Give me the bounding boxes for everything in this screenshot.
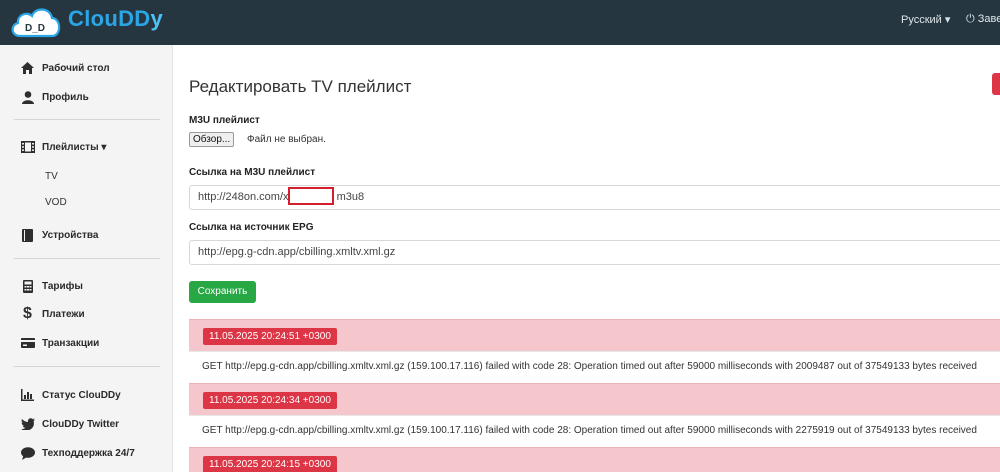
sidebar: Рабочий стол Профиль Плейлисты ▾ TV VOD … (0, 45, 172, 472)
user-icon (20, 90, 35, 104)
sidebar-item-status[interactable]: Статус ClouDDy (20, 388, 121, 402)
m3u-file-label: M3U плейлист (189, 115, 260, 126)
epg-url-label: Ссылка на источник EPG (189, 222, 314, 233)
sidebar-item-label: Техподдержка 24/7 (42, 447, 135, 459)
sidebar-item-label: Тарифы (42, 280, 83, 292)
twitter-icon (20, 417, 35, 431)
delete-button[interactable] (992, 73, 1000, 95)
sidebar-subitem-tv[interactable]: TV (45, 171, 58, 182)
browse-file-button[interactable]: Обзор... (189, 132, 235, 147)
cloud-logo-icon[interactable]: D_D (8, 3, 63, 39)
save-button[interactable]: Сохранить (189, 281, 256, 303)
sidebar-item-label: Транзакции (42, 337, 100, 349)
redaction-box (288, 187, 334, 205)
log-row: 11.05.2025 20:24:15 +0300 (189, 447, 1000, 472)
sidebar-item-support[interactable]: Техподдержка 24/7 (20, 446, 135, 460)
sidebar-item-label: Плейлисты ▾ (42, 141, 107, 153)
language-dropdown[interactable]: Русский ▾ (901, 13, 950, 26)
book-icon (20, 228, 35, 242)
sidebar-item-label: Профиль (42, 91, 89, 103)
sidebar-item-profile[interactable]: Профиль (20, 90, 89, 104)
brand-name-main: ClouDD (68, 6, 151, 31)
home-icon (20, 61, 35, 75)
sidebar-divider (14, 119, 160, 120)
log-timestamp-badge: 11.05.2025 20:24:15 +0300 (203, 456, 337, 472)
dollar-icon: $ (23, 305, 32, 322)
sidebar-item-transactions[interactable]: Транзакции (20, 336, 99, 350)
credit-card-icon (20, 336, 35, 350)
sidebar-divider (14, 258, 160, 259)
calculator-icon (20, 279, 35, 293)
log-row: 11.05.2025 20:24:51 +0300 (189, 319, 1000, 351)
film-icon (20, 140, 35, 154)
sidebar-divider (14, 366, 160, 367)
sidebar-item-payments[interactable]: $ Платежи (20, 305, 85, 322)
bar-chart-icon (20, 388, 35, 402)
log-timestamp-badge: 11.05.2025 20:24:51 +0300 (203, 328, 337, 345)
brand-name[interactable]: ClouDDy (68, 6, 163, 32)
m3u-url-value-start: http://248on.com/x/ (198, 191, 292, 203)
power-icon: ⏻ (966, 13, 978, 25)
logout-label: Заве (977, 13, 1000, 25)
log-timestamp-badge: 11.05.2025 20:24:34 +0300 (203, 392, 337, 409)
sidebar-item-label: Платежи (42, 308, 85, 320)
logout-link[interactable]: ⏻ Заве (966, 13, 1000, 26)
page-title: Редактировать TV плейлист (189, 77, 412, 96)
m3u-url-value-end: m3u8 (336, 191, 365, 203)
sidebar-item-dashboard[interactable]: Рабочий стол (20, 61, 110, 75)
sidebar-item-tariffs[interactable]: Тарифы (20, 279, 83, 293)
sidebar-item-label: Устройства (42, 229, 99, 241)
sidebar-item-devices[interactable]: Устройства (20, 228, 98, 242)
sidebar-item-label: Статус ClouDDy (42, 389, 121, 401)
epg-url-input[interactable]: http://epg.g-cdn.app/cbilling.xmltv.xml.… (189, 240, 1000, 265)
sidebar-subitem-vod[interactable]: VOD (45, 197, 67, 208)
logo-text: D_D (25, 23, 45, 34)
top-navbar: D_D ClouDDy Русский ▾ ⏻ Заве (0, 0, 1000, 45)
log-row: 11.05.2025 20:24:34 +0300 (189, 383, 1000, 415)
chat-icon (20, 446, 35, 460)
sidebar-item-label: Рабочий стол (42, 62, 110, 74)
sidebar-item-playlists[interactable]: Плейлисты ▾ (20, 140, 106, 154)
log-message: GET http://epg.g-cdn.app/cbilling.xmltv.… (189, 351, 1000, 383)
brand-name-end: y (150, 6, 163, 31)
sidebar-item-label: ClouDDy Twitter (42, 418, 120, 430)
sidebar-item-twitter[interactable]: ClouDDy Twitter (20, 417, 119, 431)
file-status-text: Файл не выбран. (247, 134, 326, 145)
log-message: GET http://epg.g-cdn.app/cbilling.xmltv.… (189, 415, 1000, 447)
m3u-url-label: Ссылка на M3U плейлист (189, 167, 316, 178)
edit-playlist-card: Редактировать TV плейлист M3U плейлист О… (172, 45, 1000, 472)
